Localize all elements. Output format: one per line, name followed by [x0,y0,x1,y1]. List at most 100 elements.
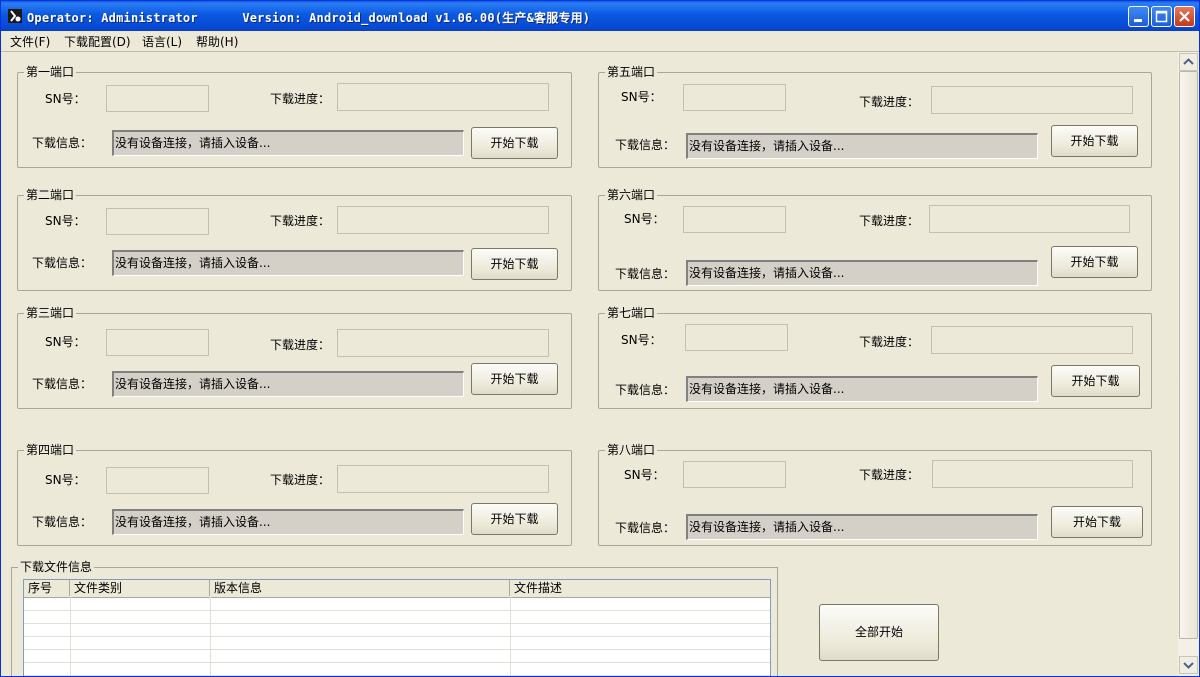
port-6-progress-label: 下载进度： [859,214,920,228]
file-info-title: 下载文件信息 [18,560,95,574]
client-area: 第一端口 SN号： 下载进度： 下载信息： 没有设备连接，请插入设备... 开始… [1,52,1177,676]
table-row[interactable] [24,597,770,611]
port-5-title: 第五端口 [605,65,658,79]
port-7-sn-label: SN号： [621,333,662,347]
port-3-info-label: 下载信息： [32,377,93,391]
column-header-version[interactable]: 版本信息 [210,580,510,596]
title-bar[interactable]: Operator: Administrator Version: Android… [1,1,1199,31]
port-8-sn-field[interactable] [683,461,786,488]
port-4-info-label: 下载信息： [32,515,93,529]
menu-language[interactable]: 语言(L) [142,33,182,50]
main-window: Operator: Administrator Version: Android… [0,0,1200,677]
column-divider [70,597,71,676]
start-all-button[interactable]: 全部开始 [819,604,939,661]
port-2-start-button[interactable]: 开始下载 [471,248,558,280]
maximize-icon [1155,10,1168,23]
port-2-group: 第二端口 SN号： 下载进度： 下载信息： 没有设备连接，请插入设备... 开始… [17,188,572,291]
port-6-start-button[interactable]: 开始下载 [1051,246,1138,278]
port-1-progress-field [337,83,549,111]
port-1-title: 第一端口 [24,65,77,79]
port-8-sn-label: SN号： [624,468,665,482]
table-row[interactable] [24,623,770,637]
port-4-group: 第四端口 SN号： 下载进度： 下载信息： 没有设备连接，请插入设备... 开始… [17,443,572,546]
port-4-progress-field [337,465,549,493]
port-2-progress-field [337,206,549,234]
maximize-button[interactable] [1151,6,1172,27]
port-4-info-field: 没有设备连接，请插入设备... [112,509,464,535]
close-button[interactable] [1174,6,1195,27]
column-header-index[interactable]: 序号 [24,580,70,596]
port-2-info-label: 下载信息： [32,256,93,270]
port-8-title: 第八端口 [605,443,658,457]
port-7-sn-field[interactable] [685,324,788,351]
port-1-sn-field[interactable] [106,85,209,112]
port-7-start-button[interactable]: 开始下载 [1051,365,1140,397]
port-4-title: 第四端口 [24,443,77,457]
column-header-description[interactable]: 文件描述 [510,580,770,596]
port-6-info-label: 下载信息： [615,267,676,281]
port-3-progress-field [337,329,549,357]
minimize-icon [1134,19,1142,22]
port-5-sn-field[interactable] [683,84,786,111]
port-3-group: 第三端口 SN号： 下载进度： 下载信息： 没有设备连接，请插入设备... 开始… [17,306,572,409]
port-1-info-label: 下载信息： [32,136,93,150]
minimize-button[interactable] [1128,6,1149,27]
port-5-progress-label: 下载进度： [859,95,920,109]
port-1-progress-label: 下载进度： [270,92,331,106]
port-5-info-field: 没有设备连接，请插入设备... [686,133,1038,159]
port-3-sn-field[interactable] [106,329,209,356]
port-5-start-button[interactable]: 开始下载 [1051,125,1138,157]
menu-help[interactable]: 帮助(H) [196,33,238,50]
scroll-up-button[interactable] [1179,53,1198,71]
port-2-progress-label: 下载进度： [270,214,331,228]
port-4-progress-label: 下载进度： [270,473,331,487]
port-7-progress-label: 下载进度： [859,335,920,349]
chevron-up-icon [1183,58,1194,65]
port-6-title: 第六端口 [605,188,658,202]
port-4-start-button[interactable]: 开始下载 [471,503,558,535]
table-row[interactable] [24,636,770,650]
port-6-info-field: 没有设备连接，请插入设备... [686,260,1038,286]
port-8-start-button[interactable]: 开始下载 [1051,506,1143,538]
port-7-group: 第七端口 SN号： 下载进度： 下载信息： 没有设备连接，请插入设备... 开始… [598,306,1152,409]
menu-file[interactable]: 文件(F) [10,33,50,50]
port-4-sn-label: SN号： [45,473,86,487]
app-icon [8,9,22,23]
port-3-start-button[interactable]: 开始下载 [471,363,558,395]
port-1-start-button[interactable]: 开始下载 [471,127,558,159]
close-icon [1179,11,1190,22]
port-8-info-label: 下载信息： [615,521,676,535]
port-8-info-field: 没有设备连接，请插入设备... [686,514,1038,540]
column-header-file-type[interactable]: 文件类别 [70,580,210,596]
port-2-sn-field[interactable] [106,208,209,235]
table-row[interactable] [24,662,770,676]
port-1-group: 第一端口 SN号： 下载进度： 下载信息： 没有设备连接，请插入设备... 开始… [17,65,572,168]
menu-download-config[interactable]: 下载配置(D) [64,33,131,50]
port-7-title: 第七端口 [605,306,658,320]
scroll-thumb[interactable] [1179,71,1198,639]
port-5-group: 第五端口 SN号： 下载进度： 下载信息： 没有设备连接，请插入设备... 开始… [598,65,1152,168]
file-info-table-header: 序号 文件类别 版本信息 文件描述 [24,580,770,598]
port-8-group: 第八端口 SN号： 下载进度： 下载信息： 没有设备连接，请插入设备... 开始… [598,443,1152,546]
port-1-sn-label: SN号： [45,92,86,106]
port-5-progress-field [931,86,1133,114]
port-3-info-field: 没有设备连接，请插入设备... [112,371,464,397]
table-row[interactable] [24,649,770,663]
port-3-title: 第三端口 [24,306,77,320]
port-6-sn-field[interactable] [683,206,786,233]
chevron-down-icon [1183,662,1194,669]
table-row[interactable] [24,610,770,624]
scroll-down-button[interactable] [1179,656,1198,674]
file-info-group: 下载文件信息 序号 文件类别 版本信息 文件描述 [11,560,778,676]
port-2-info-field: 没有设备连接，请插入设备... [112,250,464,276]
port-4-sn-field[interactable] [106,467,209,494]
port-7-info-label: 下载信息： [615,383,676,397]
port-6-group: 第六端口 SN号： 下载进度： 下载信息： 没有设备连接，请插入设备... 开始… [598,188,1152,291]
port-3-progress-label: 下载进度： [270,338,331,352]
port-8-progress-field [932,460,1133,488]
window-title: Operator: Administrator Version: Android… [27,11,591,25]
port-1-info-field: 没有设备连接，请插入设备... [112,130,464,156]
file-info-table[interactable]: 序号 文件类别 版本信息 文件描述 [23,579,771,676]
vertical-scrollbar[interactable] [1178,52,1199,676]
port-2-sn-label: SN号： [45,214,86,228]
